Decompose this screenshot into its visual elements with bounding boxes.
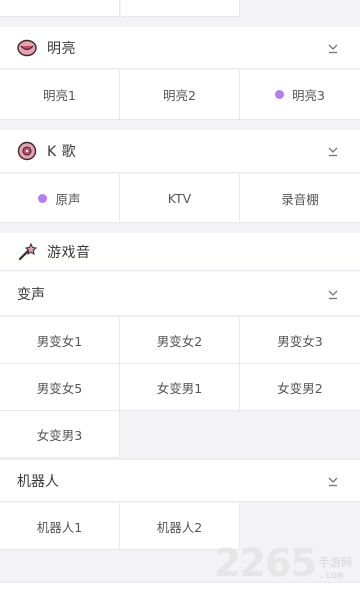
mingliang-options: 明亮1 明亮2 明亮3 (0, 70, 360, 120)
option-voice-change[interactable]: 男变女1 (0, 317, 120, 364)
subsection-header-bianshen[interactable]: 变声 (0, 272, 360, 316)
option-voice-change[interactable]: 男变女5 (0, 364, 120, 411)
option-mingliang-1[interactable]: 明亮1 (0, 70, 120, 120)
option-mingliang-3[interactable]: 明亮3 (240, 70, 360, 120)
bianshen-row-1: 男变女1 男变女2 男变女3 (0, 317, 360, 364)
watermark-site-cn: 手游网 (319, 555, 352, 569)
site-watermark: 2265 手游网 .com (214, 544, 352, 582)
option-robot-1[interactable]: 机器人1 (0, 503, 120, 550)
section-title: K 歌 (47, 144, 77, 160)
selected-dot-icon (275, 90, 285, 99)
option-label: 男变女2 (156, 333, 203, 349)
watermark-site-domain: .com (319, 569, 344, 581)
option-voice-change[interactable]: 男变女2 (120, 317, 240, 364)
option-label: 录音棚 (281, 191, 319, 207)
option-mingliang-2[interactable]: 明亮2 (120, 70, 240, 120)
section-header-game: 游戏音 (0, 233, 360, 271)
section-header-kge[interactable]: K 歌 (0, 130, 360, 173)
option-label: 原声 (55, 191, 81, 207)
option-kge-yuansheng[interactable]: 原声 (0, 174, 120, 223)
option-label: 明亮1 (43, 88, 76, 103)
option-voice-change[interactable]: 男变女3 (240, 317, 360, 364)
section-header-mingliang[interactable]: 明亮 (0, 27, 360, 69)
collapse-chevron-icon[interactable] (326, 144, 340, 158)
option-voice-change[interactable]: 女变男1 (120, 364, 240, 411)
option-label: 机器人1 (36, 519, 83, 535)
option-label: KTV (167, 190, 192, 206)
partial-cell[interactable] (121, 0, 240, 17)
bianshen-row-3: 女变男3 (0, 411, 360, 458)
option-kge-studio[interactable]: 录音棚 (240, 174, 360, 223)
section-title: 明亮 (47, 40, 76, 57)
collapse-chevron-icon[interactable] (326, 287, 340, 301)
option-label: 男变女1 (36, 333, 83, 349)
empty-cell (120, 411, 240, 458)
subsection-title: 变声 (17, 286, 45, 303)
partial-cell[interactable] (0, 0, 120, 17)
vinyl-record-icon (16, 140, 38, 162)
option-label: 女变男1 (156, 380, 203, 396)
option-label: 男变女3 (277, 333, 323, 349)
watermark-site: 手游网 .com (319, 556, 352, 582)
lips-icon (16, 37, 38, 59)
collapse-chevron-icon[interactable] (326, 474, 340, 488)
bianshen-row-2: 男变女5 女变男1 女变男2 (0, 364, 360, 411)
subsection-header-robot[interactable]: 机器人 (0, 459, 360, 502)
empty-cell (240, 411, 360, 458)
top-partial-row (0, 0, 360, 17)
option-label: 明亮2 (163, 88, 196, 103)
option-voice-change[interactable]: 女变男3 (0, 411, 120, 458)
magic-wand-icon (16, 241, 38, 263)
option-kge-ktv[interactable]: KTV (120, 174, 240, 223)
subsection-title: 机器人 (17, 473, 59, 490)
option-label: 明亮3 (292, 88, 325, 103)
section-title: 游戏音 (47, 244, 91, 261)
option-label: 机器人2 (156, 519, 203, 535)
option-label: 男变女5 (36, 380, 83, 396)
option-voice-change[interactable]: 女变男2 (240, 364, 360, 411)
watermark-number: 2265 (214, 541, 317, 585)
selected-dot-icon (38, 193, 48, 203)
option-label: 女变男2 (277, 380, 323, 396)
kge-options: 原声 KTV 录音棚 (0, 174, 360, 223)
option-label: 女变男3 (36, 427, 83, 443)
collapse-chevron-icon[interactable] (326, 41, 340, 55)
